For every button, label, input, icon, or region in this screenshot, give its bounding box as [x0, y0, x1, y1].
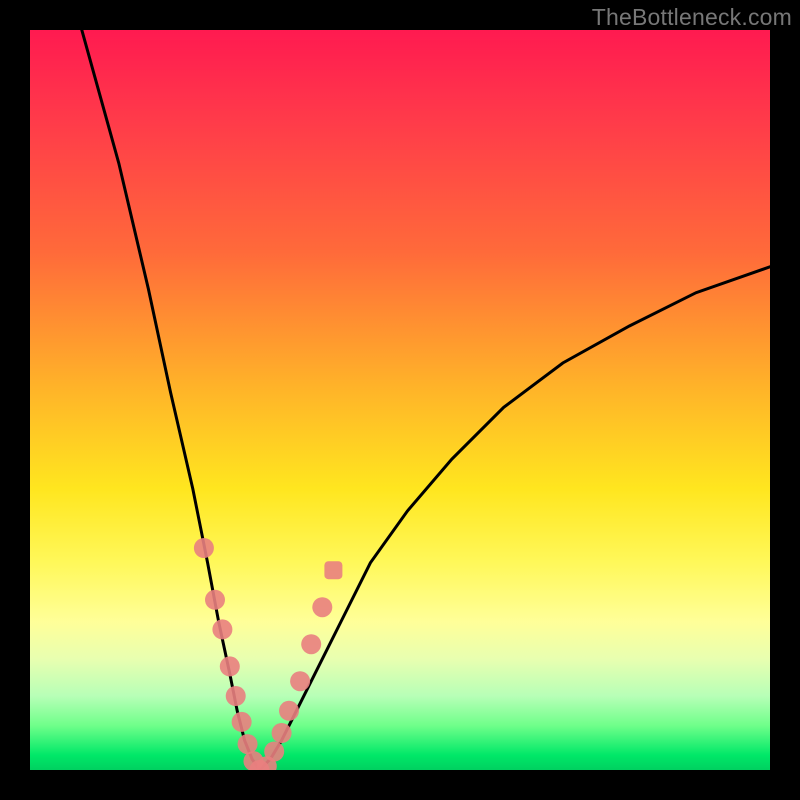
data-marker-11 [272, 723, 292, 743]
data-marker-14 [301, 634, 321, 654]
data-marker-15 [312, 597, 332, 617]
marker-group [194, 538, 343, 770]
chart-frame: TheBottleneck.com [0, 0, 800, 800]
data-marker-1 [205, 590, 225, 610]
data-marker-12 [279, 701, 299, 721]
data-marker-10 [264, 742, 284, 762]
chart-svg [30, 30, 770, 770]
data-marker-2 [212, 619, 232, 639]
curve-curve-right [259, 267, 770, 770]
data-marker-3 [220, 656, 240, 676]
watermark-text: TheBottleneck.com [592, 4, 792, 31]
curve-group [82, 30, 770, 770]
data-marker-16 [324, 561, 342, 579]
data-marker-4 [226, 686, 246, 706]
plot-area [30, 30, 770, 770]
data-marker-13 [290, 671, 310, 691]
data-marker-0 [194, 538, 214, 558]
data-marker-5 [232, 712, 252, 732]
data-marker-6 [238, 734, 258, 754]
